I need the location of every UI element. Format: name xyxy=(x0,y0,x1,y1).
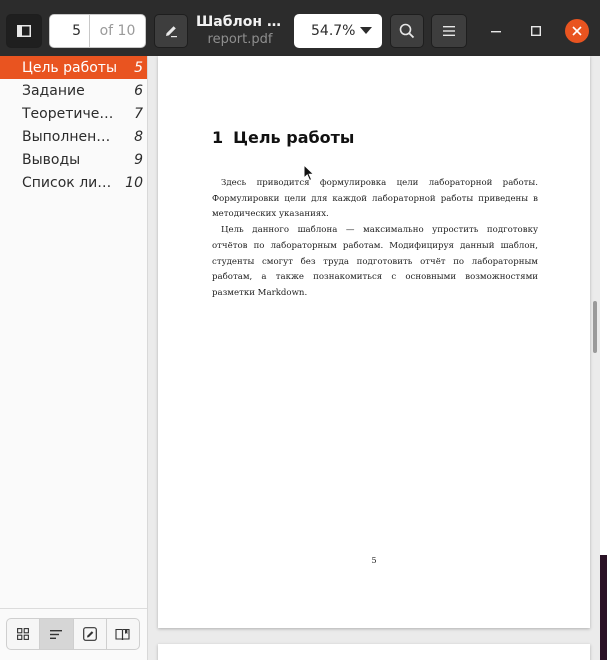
sidebar: Цель работы 5 Задание 6 Теоретические св… xyxy=(0,56,148,660)
section-number: 1 xyxy=(212,128,224,147)
outline-item-label: Выполнение лабораторной работы xyxy=(22,128,118,145)
desktop-background xyxy=(600,0,607,660)
close-icon xyxy=(572,26,582,36)
document-viewer-window: of 10 Шаблон отчёта report.pdf 54.7% xyxy=(0,0,600,660)
hamburger-icon xyxy=(443,26,455,36)
paragraph: Цель данного шаблона — максимально упрос… xyxy=(212,225,538,298)
document-page: 1 Цель работы Здесь приводится формулиров… xyxy=(158,56,590,628)
outline-item-label: Задание xyxy=(22,82,85,99)
bookmarks-tab[interactable] xyxy=(107,619,139,649)
outline-item-label: Список литературы xyxy=(22,174,118,191)
page-selector: of 10 xyxy=(49,14,146,48)
minimize-icon xyxy=(491,31,501,33)
document-view[interactable]: 1 Цель работы Здесь приводится формулиров… xyxy=(148,56,600,660)
document-title: Шаблон отчёта xyxy=(196,14,284,30)
outline-item-page: 6 xyxy=(134,82,143,99)
section-title: Цель работы xyxy=(233,128,355,147)
outline-item-page: 9 xyxy=(134,151,143,168)
sidebar-icon xyxy=(17,25,31,37)
zoom-level: 54.7% xyxy=(311,23,356,39)
vertical-scrollbar[interactable] xyxy=(593,301,597,353)
outline-item-page: 8 xyxy=(134,128,143,145)
page-footer-number: 5 xyxy=(371,556,377,565)
thumbnails-tab[interactable] xyxy=(7,619,41,649)
background-window xyxy=(600,0,607,555)
outline-item-page: 10 xyxy=(125,174,143,191)
bookmarks-icon xyxy=(115,628,130,640)
outline-item[interactable]: Теоретические сведения 7 xyxy=(0,102,147,125)
outline-item[interactable]: Цель работы 5 xyxy=(0,56,147,79)
annotate-button[interactable] xyxy=(154,14,188,48)
outline-item[interactable]: Выполнение лабораторной работы 8 xyxy=(0,125,147,148)
mouse-pointer-icon xyxy=(303,164,315,182)
window-title: Шаблон отчёта report.pdf xyxy=(196,14,284,47)
sidebar-view-switcher xyxy=(6,618,140,650)
document-filename: report.pdf xyxy=(207,32,273,47)
outline-item-label: Теоретические сведения xyxy=(22,105,118,122)
annotations-tab[interactable] xyxy=(74,619,107,649)
page-count-label: of 10 xyxy=(99,23,136,39)
next-page xyxy=(158,644,590,660)
chevron-down-icon xyxy=(360,27,372,34)
header-bar: of 10 Шаблон отчёта report.pdf 54.7% xyxy=(0,0,600,56)
search-button[interactable] xyxy=(390,14,424,48)
main-menu-button[interactable] xyxy=(431,14,467,48)
outline-item-page: 5 xyxy=(134,59,143,76)
outline-item-label: Цель работы xyxy=(22,59,118,76)
outline-tab[interactable] xyxy=(40,619,74,649)
outline-item[interactable]: Список литературы 10 xyxy=(0,171,147,194)
close-button[interactable] xyxy=(565,19,589,43)
pencil-icon xyxy=(166,26,177,38)
minimize-button[interactable] xyxy=(484,19,508,43)
thumbnails-icon xyxy=(17,628,30,640)
search-icon xyxy=(399,23,415,39)
paragraph: Здесь приводится формулировка цели лабор… xyxy=(212,178,538,220)
outline-item[interactable]: Выводы 9 xyxy=(0,148,147,171)
maximize-button[interactable] xyxy=(524,19,548,43)
sidebar-footer xyxy=(0,608,147,660)
page-number-input[interactable] xyxy=(50,15,90,47)
sidebar-toggle-button[interactable] xyxy=(6,14,42,48)
outline-item-label: Выводы xyxy=(22,151,81,168)
outline-item-page: 7 xyxy=(134,105,143,122)
section-body: Здесь приводится формулировка цели лабор… xyxy=(212,176,538,302)
maximize-icon xyxy=(531,26,541,36)
zoom-selector[interactable]: 54.7% xyxy=(294,14,382,48)
outline-item[interactable]: Задание 6 xyxy=(0,79,147,102)
section-heading: 1 Цель работы xyxy=(212,128,354,147)
outline-icon xyxy=(50,629,63,639)
annotations-icon xyxy=(82,627,97,641)
